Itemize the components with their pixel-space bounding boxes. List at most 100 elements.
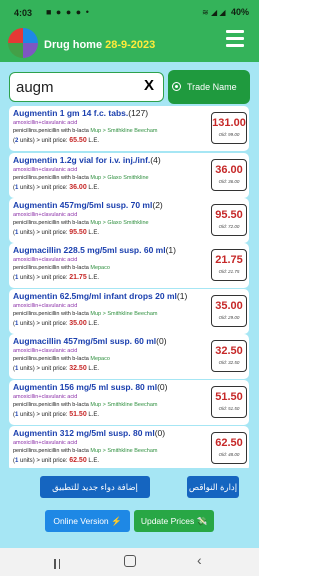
drug-price: 62.50 [215, 437, 243, 449]
status-time: 4:03 [14, 8, 33, 18]
unit-price-word: ) > unit price: [32, 138, 70, 144]
price-box: 95.50 Old: 72.00 [211, 204, 247, 236]
drug-card[interactable]: Augmentin 1 gm 14 f.c. tabs.(127) amoxic… [9, 106, 249, 151]
drug-old-price: Old: 72.00 [218, 224, 240, 229]
drug-unit-line: (2 units) > unit price: 65.50 L.E. [13, 137, 100, 144]
drug-name: Augmentin 156 mg/5 ml susp. 80 ml(0) [13, 382, 167, 392]
drug-old-price: Old: 29.00 [218, 315, 240, 320]
drug-card[interactable]: Augmacillin 228.5 mg/5ml susp. 60 ml(1) … [9, 243, 249, 288]
drug-name: Augmentin 312 mg/5ml susp. 80 ml(0) [13, 428, 165, 438]
drug-class-text: penicillins.penicillin with b-lacta [13, 356, 89, 362]
units-word: units [18, 185, 33, 191]
currency: L.E. [86, 230, 100, 236]
menu-icon[interactable] [226, 30, 244, 51]
drug-company: Mup > Smithkline Beecham [90, 448, 158, 454]
drug-class: penicillins.penicillin with b-lacta Mup … [13, 175, 149, 181]
drug-class: penicillins.penicillin with b-lacta Mepa… [13, 265, 110, 271]
price-box: 21.75 Old: 21.75 [211, 249, 247, 281]
drug-old-price: Old: 21.75 [218, 269, 240, 274]
trade-name-toggle[interactable]: Trade Name [168, 70, 250, 104]
trade-name-label: Trade Name [187, 82, 237, 92]
drug-company: Mup > Glaxo Smithkline [90, 220, 149, 226]
back-icon[interactable]: ‹ [197, 552, 202, 568]
recent-apps-icon[interactable] [54, 556, 66, 569]
drug-price: 36.00 [215, 164, 243, 176]
drug-card[interactable]: Augmacillin 457mg/5ml susp. 60 ml(0) amo… [9, 334, 249, 379]
price-box: 35.00 Old: 29.00 [211, 295, 247, 327]
drug-company: Mup > Smithkline Beecham [90, 311, 158, 317]
network-signal-icon: ≋ ◢ ◢ [202, 8, 226, 17]
drug-card[interactable]: Augmentin 62.5mg/ml infant drops 20 ml(1… [9, 289, 249, 334]
units-word: units [18, 275, 33, 281]
drug-name-text: Augmacillin 457mg/5ml susp. 60 ml [13, 336, 157, 346]
units-word: units [18, 138, 33, 144]
units-word: units [18, 412, 33, 418]
status-right: ≋ ◢ ◢ 40% [202, 7, 249, 17]
drug-price: 51.50 [215, 391, 243, 403]
drug-generic: amoxicillin+clavulanic acid [13, 440, 78, 446]
currency: L.E. [86, 138, 100, 144]
drug-company: Mepaco [90, 356, 110, 362]
drug-unit-price: 32.50 [69, 365, 87, 372]
unit-price-word: ) > unit price: [32, 275, 70, 281]
app-title-date: 28-9-2023 [105, 39, 156, 51]
drug-count: (4) [150, 155, 161, 165]
app-title-text: Drug home [44, 39, 106, 51]
drug-count: (0) [156, 336, 167, 346]
drug-name-text: Augmentin 62.5mg/ml infant drops 20 ml [13, 291, 177, 301]
drug-price: 131.00 [212, 117, 246, 129]
drug-name: Augmacillin 457mg/5ml susp. 60 ml(0) [13, 336, 167, 346]
drug-card[interactable]: Augmentin 156 mg/5 ml susp. 80 ml(0) amo… [9, 380, 249, 425]
drug-count: (1) [176, 291, 188, 301]
unit-price-word: ) > unit price: [32, 321, 70, 327]
search-input[interactable] [16, 77, 136, 97]
unit-price-word: ) > unit price: [32, 185, 70, 191]
drug-unit-price: 62.50 [69, 457, 87, 464]
drug-count: (1) [165, 245, 176, 255]
unit-price-word: ) > unit price: [32, 458, 70, 464]
drug-generic: amoxicillin+clavulanic acid [13, 167, 78, 173]
drug-generic: amoxicillin+clavulanic acid [13, 120, 78, 126]
currency: L.E. [86, 458, 100, 464]
app-bar: Drug home 28-9-2023 [0, 26, 259, 62]
drug-card[interactable]: Augmentin 457mg/5ml susp. 70 ml(2) amoxi… [9, 198, 249, 243]
drug-unit-line: (1 units) > unit price: 95.50 L.E. [13, 229, 100, 236]
drug-unit-line: (1 units) > unit price: 51.50 L.E. [13, 411, 100, 418]
radio-icon [172, 82, 181, 91]
drug-generic: amoxicillin+clavulanic acid [13, 212, 78, 218]
status-bar: 4:03 ■ ● ● ● • ≋ ◢ ◢ 40% [0, 0, 259, 26]
clear-search-button[interactable]: X [144, 77, 154, 94]
drug-unit-price: 35.00 [69, 320, 87, 327]
search-box: X [9, 72, 164, 102]
add-drug-button[interactable]: إضافة دواء جديد للتطبيق [40, 476, 150, 498]
online-version-button[interactable]: Online Version ⚡ [45, 510, 130, 532]
drug-name-text: Augmacillin 228.5 mg/5ml susp. 60 ml [13, 245, 166, 255]
units-word: units [18, 366, 33, 372]
notification-icons: ■ ● ● ● • [46, 7, 90, 17]
drug-name-text: Augmentin 1 gm 14 f.c. tabs. [13, 108, 129, 118]
drug-unit-line: (1 units) > unit price: 21.75 L.E. [13, 274, 100, 281]
drug-name-text: Augmentin 1.2g vial for i.v. inj./inf. [13, 155, 151, 165]
currency: L.E. [86, 321, 100, 327]
unit-price-word: ) > unit price: [32, 230, 70, 236]
drug-card[interactable]: Augmentin 312 mg/5ml susp. 80 ml(0) amox… [9, 426, 249, 468]
drug-count: (0) [157, 382, 168, 392]
drug-class-text: penicillins.penicillin with b-lacta [13, 311, 89, 317]
drug-class: penicillins.penicillin with b-lacta Mup … [13, 448, 157, 454]
drug-price: 95.50 [215, 209, 243, 221]
drug-card[interactable]: Augmentin 1.2g vial for i.v. inj./inf.(4… [9, 153, 249, 198]
home-icon[interactable] [124, 555, 136, 567]
app-title: Drug home 28-9-2023 [44, 39, 155, 51]
unit-price-word: ) > unit price: [32, 366, 70, 372]
drug-company: Mup > Smithkline Beecham [90, 402, 158, 408]
units-word: units [18, 458, 33, 464]
price-box: 51.50 Old: 51.50 [211, 386, 247, 418]
currency: L.E. [86, 366, 100, 372]
shortages-button[interactable]: إدارة النواقص [187, 476, 239, 498]
drug-name: Augmentin 1.2g vial for i.v. inj./inf.(4… [13, 155, 161, 165]
drug-class: penicillins.penicillin with b-lacta Mup … [13, 128, 157, 134]
drug-price: 35.00 [215, 300, 243, 312]
update-prices-button[interactable]: Update Prices 💸 [134, 510, 214, 532]
bottom-actions: إضافة دواء جديد للتطبيق إدارة النواقص On… [0, 468, 259, 558]
drug-class-text: penicillins.penicillin with b-lacta [13, 220, 89, 226]
